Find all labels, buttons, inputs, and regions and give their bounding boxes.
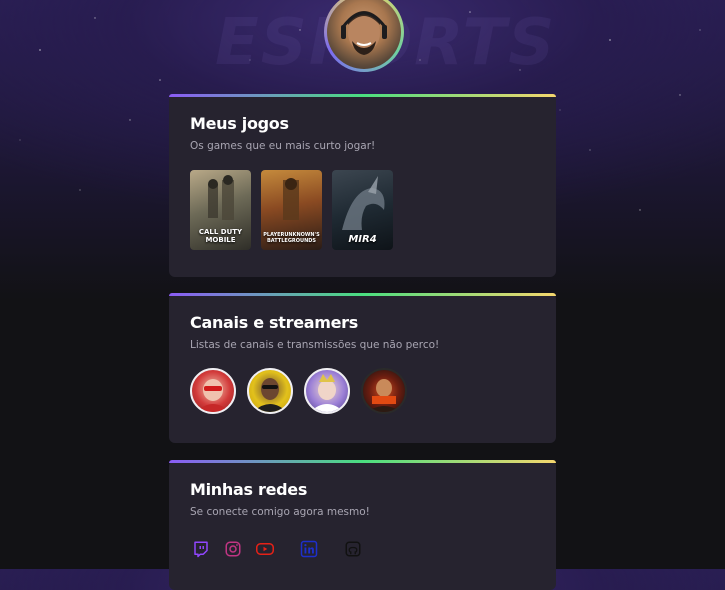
streamers-list [190, 368, 535, 414]
streamer-avatar-2[interactable] [247, 368, 293, 414]
streamer-avatar-3[interactable] [304, 368, 350, 414]
games-card-subtitle: Os games que eu mais curto jogar! [190, 140, 376, 152]
streamer-3-portrait [310, 374, 344, 412]
games-card: Meus jogos Os games que eu mais curto jo… [169, 94, 556, 277]
profile-face-icon [341, 11, 387, 55]
streamers-card-title: Canais e streamers [190, 313, 358, 332]
github-icon[interactable] [342, 538, 364, 560]
linkedin-icon[interactable] [298, 538, 320, 560]
streamers-card: Canais e streamers Listas de canais e tr… [169, 293, 556, 443]
social-links [190, 538, 535, 560]
twitch-icon[interactable] [190, 538, 212, 560]
streamer-1-portrait [196, 379, 230, 412]
game-cover-call-of-duty-mobile[interactable]: CALL DUTY MOBILE [190, 170, 251, 250]
game-title: CALL DUTY MOBILE [198, 228, 243, 244]
socials-card-title: Minhas redes [190, 480, 308, 499]
game-cover-pubg[interactable]: PLAYERUNKNOWN'S BATTLEGROUNDS [261, 170, 322, 250]
profile-photo [327, 0, 401, 69]
streamer-avatar-1[interactable] [190, 368, 236, 414]
streamer-avatar-4[interactable] [361, 368, 407, 414]
game-title: PLAYERUNKNOWN'S BATTLEGROUNDS [263, 232, 320, 244]
game-title: MIR4 [348, 234, 377, 245]
socials-card: Minhas redes Se conecte comigo agora mes… [169, 460, 556, 590]
instagram-icon[interactable] [222, 538, 244, 560]
socials-card-subtitle: Se conecte comigo agora mesmo! [190, 506, 370, 518]
games-list: CALL DUTY MOBILE PLAYERUNKNOWN'S BATTLEG… [190, 170, 535, 250]
youtube-icon[interactable] [254, 538, 276, 560]
streamer-4-portrait [367, 379, 401, 412]
game-cover-mir4[interactable]: MIR4 [332, 170, 393, 250]
streamer-2-portrait [253, 378, 287, 412]
games-card-title: Meus jogos [190, 114, 289, 133]
streamers-card-subtitle: Listas de canais e transmissões que não … [190, 339, 440, 351]
